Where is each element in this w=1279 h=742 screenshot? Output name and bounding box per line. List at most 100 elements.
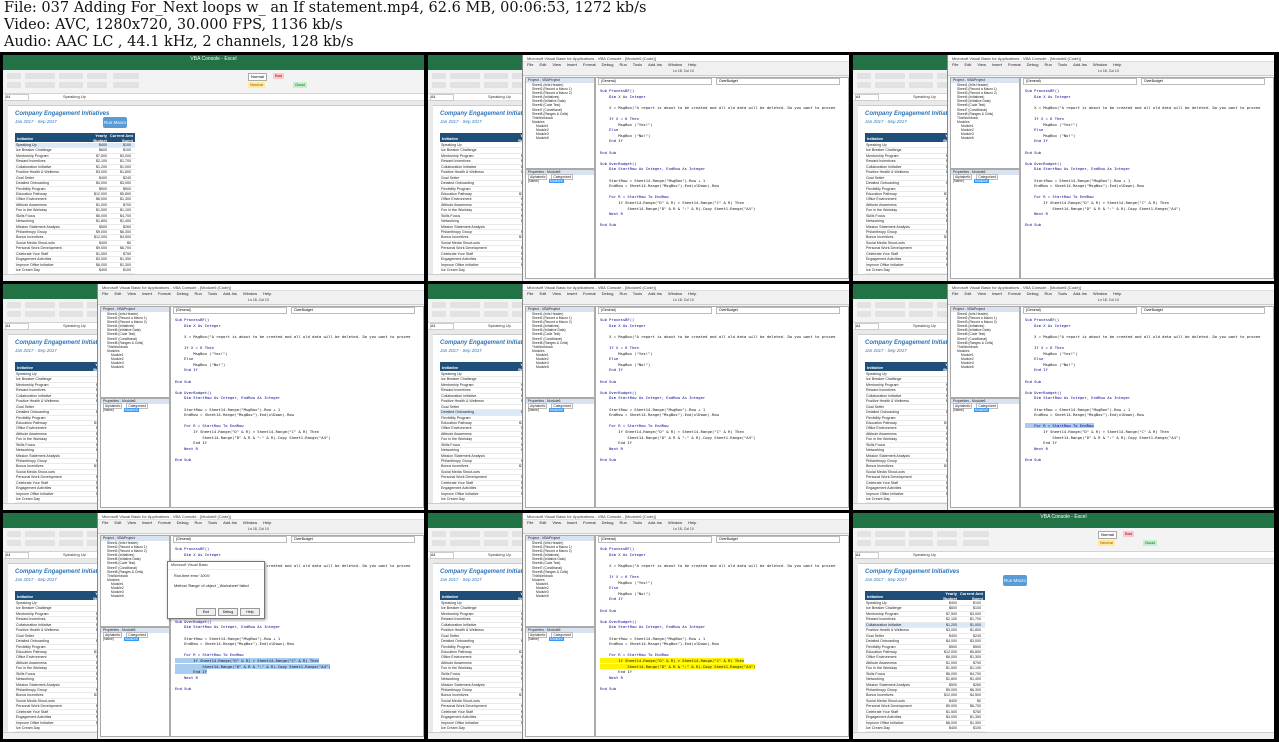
cell-initiative[interactable]: Skills Focus [866, 672, 936, 676]
code-line[interactable]: Else [1025, 356, 1043, 361]
cell-initiative[interactable]: Social Media Shout-outs [441, 470, 511, 474]
cell-initiative[interactable]: Collaboration Initiative [441, 394, 511, 398]
cell-initiative[interactable]: Mission Statement Analysis [16, 454, 86, 458]
cell-initiative[interactable]: Detailed Onboarding [866, 410, 936, 414]
vba-menu-insert[interactable]: Insert [142, 291, 152, 296]
code-line[interactable]: If Sheet14.Range("D" & R) > Sheet14.Rang… [175, 429, 319, 434]
cell-initiative[interactable]: Personal Work Development [866, 704, 936, 708]
cell-initiative[interactable]: Social Media Shout-outs [16, 699, 86, 703]
cell-initiative[interactable]: Bonus Incentives [866, 693, 936, 697]
code-line[interactable]: End Sub [600, 150, 616, 155]
cell-initiative[interactable]: Mentorship Program [866, 154, 936, 158]
cell-initiative[interactable]: Philanthropy Group [441, 688, 511, 692]
project-item[interactable]: Module6 [951, 136, 1019, 140]
cell-initiative[interactable]: Ice Cream Day [866, 268, 936, 272]
vba-menu-file[interactable]: File [527, 520, 533, 525]
vba-menu-format[interactable]: Format [158, 520, 171, 525]
cell-initiative[interactable]: Ice Breaker Challenge [441, 148, 511, 152]
code-line[interactable]: Dim StartRow As Integer, EndRow As Integ… [175, 624, 280, 629]
code-line[interactable]: End If [600, 669, 632, 674]
cell-initiative[interactable]: Ice Breaker Challenge [16, 606, 86, 610]
cell-budget[interactable]: $1,500 [87, 208, 107, 212]
code-line[interactable]: End Sub [600, 222, 616, 227]
ribbon-control[interactable] [909, 302, 933, 308]
code-line[interactable]: Dim X As Integer [1025, 323, 1071, 328]
cell-initiative[interactable]: Personal Work Development [16, 704, 86, 708]
cell-initiative[interactable]: Reward Incentives [866, 159, 936, 163]
cell-initiative[interactable]: Education Pathway [441, 650, 511, 654]
cell-initiative[interactable]: Improve Office Initiative [16, 263, 86, 267]
cell-spent[interactable]: $1,300 [961, 721, 981, 725]
cell-initiative[interactable]: Reward Incentives [866, 617, 936, 621]
cell-spent[interactable]: $260 [111, 225, 131, 229]
vba-menu-tools[interactable]: Tools [633, 291, 642, 296]
cell-initiative[interactable]: Attitude Awareness [16, 661, 86, 665]
code-line[interactable]: Sub ProcessBF() [1025, 88, 1059, 93]
vba-menu-run[interactable]: Run [619, 62, 626, 67]
code-line[interactable]: Sheet14.Range("D" & R & ":" & R).Copy Sh… [600, 435, 755, 440]
ribbon-control[interactable] [909, 73, 933, 79]
cell-initiative[interactable]: Attitude Awareness [866, 203, 936, 207]
vba-menu-window[interactable]: Window [668, 62, 682, 67]
cell-initiative[interactable]: Skills Focus [16, 672, 86, 676]
project-item[interactable]: Module6 [951, 365, 1019, 369]
vba-menu-file[interactable]: File [952, 62, 958, 67]
cell-initiative[interactable]: Flexibility Program [866, 645, 936, 649]
code-line[interactable]: Sub OverBudget() [1025, 161, 1062, 166]
code-line[interactable]: Dim StartRow As Integer, EndRow As Integ… [600, 166, 705, 171]
code-line[interactable]: End If [175, 440, 207, 445]
cell-initiative[interactable]: Networking [866, 219, 936, 223]
ribbon-control[interactable] [113, 82, 139, 88]
cell-initiative[interactable]: Flexibility Program [16, 416, 86, 420]
code-line[interactable]: MsgBox ("Yes!") [600, 580, 652, 585]
cell-initiative[interactable]: Mission Statement Analysis [441, 225, 511, 229]
cell-initiative[interactable]: Engagement Activities [441, 486, 511, 490]
cell-spent[interactable]: $1,700 [111, 159, 131, 163]
procedure-dropdown[interactable]: OverBudget [1141, 307, 1265, 314]
cell-spent[interactable]: $1,700 [961, 617, 981, 621]
code-line[interactable]: If X = 6 Then [1025, 345, 1064, 350]
cell-initiative[interactable]: Flexibility Program [441, 645, 511, 649]
code-line[interactable]: EndRow = Sheet14.Range("MsgBox").End(xlD… [600, 412, 719, 417]
cell-initiative[interactable]: Celebrate Your Staff [866, 710, 936, 714]
cell-spent[interactable]: $100 [111, 143, 131, 147]
cell-initiative[interactable]: Mentorship Program [16, 612, 86, 616]
cell-spent[interactable]: $6,300 [961, 688, 981, 692]
code-line[interactable]: Dim X As Integer [1025, 94, 1071, 99]
cell-initiative[interactable]: Flexibility Program [866, 416, 936, 420]
cell-initiative[interactable]: Goal Setter [866, 176, 936, 180]
ribbon-control[interactable] [857, 82, 871, 88]
code-line[interactable]: EndRow = Sheet14.Range("MsgBox").End(xlD… [175, 641, 294, 646]
vba-menu-tools[interactable]: Tools [1058, 62, 1067, 67]
vba-menu-edit[interactable]: Edit [114, 291, 121, 296]
cell-budget[interactable]: $500 [87, 225, 107, 229]
properties-row[interactable]: (Name) Module6 [526, 179, 594, 184]
cell-budget[interactable]: $1,500 [937, 710, 957, 714]
cell-initiative[interactable]: Reward Incentives [441, 617, 511, 621]
ribbon-control[interactable] [59, 311, 83, 317]
code-line[interactable]: End Sub [600, 457, 616, 462]
code-line[interactable]: Next R [600, 675, 623, 680]
cell-initiative[interactable]: Detailed Onboarding [16, 410, 86, 414]
code-line[interactable]: End If [175, 669, 208, 675]
cell-initiative[interactable]: Networking [866, 677, 936, 681]
cell-budget[interactable]: $1,500 [87, 252, 107, 256]
cell-initiative[interactable]: Engagement Activities [441, 715, 511, 719]
cell-initiative[interactable]: Ice Breaker Challenge [16, 148, 86, 152]
code-line[interactable]: Sheet14.Range("D" & R & ":" & R).Copy Sh… [1025, 206, 1180, 211]
cell-spent[interactable]: $4,700 [961, 672, 981, 676]
cell-initiative[interactable]: Mission Statement Analysis [866, 225, 936, 229]
name-box[interactable]: A4 [430, 94, 454, 101]
cell-initiative[interactable]: Positive Health & Wellness [866, 399, 936, 403]
cell-initiative[interactable]: Attitude Awareness [441, 432, 511, 436]
cell-initiative[interactable]: Improve Office Initiative [441, 263, 511, 267]
cell-spent[interactable]: $750 [111, 252, 131, 256]
cell-initiative[interactable]: Ice Cream Day [441, 268, 511, 272]
cell-initiative[interactable]: Collaboration Initiative [16, 165, 86, 169]
code-line[interactable]: MsgBox ("No!") [600, 591, 650, 596]
cell-initiative[interactable]: Ice Breaker Challenge [441, 377, 511, 381]
procedure-dropdown[interactable]: OverBudget [291, 536, 415, 543]
cell-initiative[interactable]: Flexibility Program [441, 416, 511, 420]
cell-spent[interactable]: $5,800 [111, 192, 131, 196]
cell-initiative[interactable]: Networking [441, 677, 511, 681]
